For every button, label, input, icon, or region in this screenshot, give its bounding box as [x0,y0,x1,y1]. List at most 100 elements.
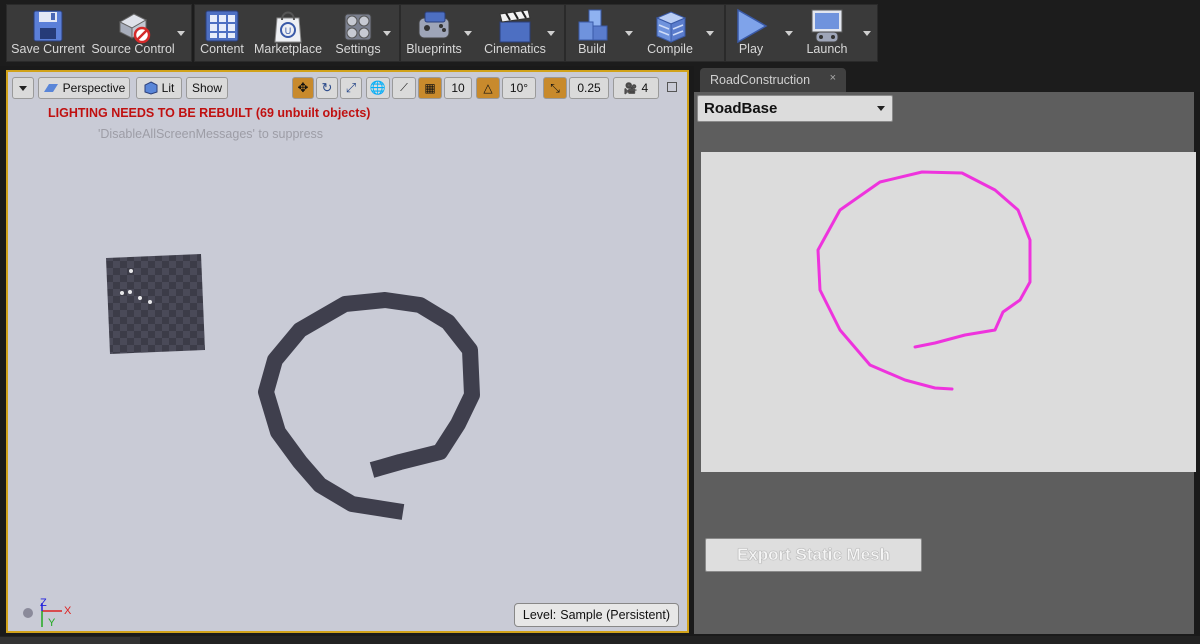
camera-speed-button[interactable]: 🎥 4 [613,77,659,99]
play-label: Play [738,42,764,56]
level-viewport[interactable]: Perspective Lit Show ✥ ↻ ⤢ 🌐 ⟋ ▦ 10 △ 10… [6,70,689,633]
scale-snap-toggle[interactable]: ⤡ [543,77,567,99]
chevron-down-icon [706,30,714,36]
cinematics-label: Cinematics [484,42,546,56]
source-control-icon [118,13,151,44]
cinematics-dropdown[interactable] [544,4,558,62]
rotation-snap-value[interactable]: 10° [502,77,536,99]
compile-label: Compile [647,42,693,56]
show-button[interactable]: Show [186,77,228,99]
settings-label: Settings [335,42,381,56]
axis-gizmo: X Z Y [22,589,82,629]
play-icon [737,8,768,44]
rotate-icon: ↻ [321,80,333,95]
camera-speed-label: 4 [641,81,649,95]
cinematics-icon [499,9,531,43]
compile-icon [655,11,687,43]
build-dropdown[interactable] [622,4,636,62]
perspective-button[interactable]: Perspective [38,77,130,99]
current-level-indicator: Level: Sample (Persistent) [513,603,679,627]
rotation-snap-toggle[interactable]: △ [476,77,500,99]
compile-button[interactable]: Compile [642,4,698,62]
content-icon [205,10,239,42]
level-name: Sample (Persistent) [560,608,670,622]
chevron-down-icon [785,30,793,36]
launch-dropdown[interactable] [860,4,874,62]
grid-icon: ▦ [424,81,436,95]
grid-snap-value[interactable]: 10 [444,77,472,99]
lit-label: Lit [161,81,175,95]
road-type-select[interactable]: RoadBase [697,95,893,122]
rotate-tool-button[interactable]: ↻ [316,77,338,99]
play-dropdown[interactable] [782,4,796,62]
settings-icon [344,13,372,41]
launch-icon [811,9,843,43]
marketplace-button[interactable]: U Marketplace [252,4,324,62]
save-current-label: Save Current [11,42,85,56]
export-static-mesh-button[interactable]: Export Static Mesh [705,538,922,572]
settings-dropdown[interactable] [380,4,394,62]
blueprints-dropdown[interactable] [461,4,475,62]
close-icon[interactable]: × [830,72,836,84]
level-prefix: Level: [522,608,557,622]
perspective-icon [43,84,58,92]
axis-x-label: X [64,605,72,617]
surface-snapping-button[interactable]: ⟋ [392,77,416,99]
road-type-value: RoadBase [704,100,778,117]
drawing-canvas[interactable] [701,152,1196,472]
marketplace-label: Marketplace [253,42,323,56]
blueprints-label: Blueprints [406,42,462,56]
cinematics-button[interactable]: Cinematics [480,4,550,62]
source-control-dropdown[interactable] [174,4,188,62]
rotation-snap-label: 10° [509,81,529,95]
svg-text:U: U [285,26,292,36]
chevron-down-icon [547,30,555,36]
content-label: Content [200,42,244,56]
tab-road-construction[interactable]: RoadConstruction × [700,68,846,92]
scale-snap-icon: ⤡ [550,80,560,95]
road-mesh[interactable] [258,292,480,520]
build-icon [578,9,608,41]
source-control-button[interactable]: Source Control [90,4,176,62]
status-segment [0,637,140,644]
help-icon [23,608,33,618]
status-bar [0,636,1200,644]
perspective-label: Perspective [62,81,126,95]
source-control-label: Source Control [91,42,175,56]
grid-snap-label: 10 [451,81,465,95]
grid-snap-toggle[interactable]: ▦ [418,77,442,99]
scale-tool-button[interactable]: ⤢ [340,77,362,99]
viewport-scene [106,254,480,520]
translate-tool-button[interactable]: ✥ [292,77,314,99]
chevron-down-icon [877,106,885,111]
surface-snap-icon: ⟋ [400,81,408,94]
launch-button[interactable]: Launch [800,4,854,62]
launch-label: Launch [806,42,848,56]
scale-snap-value[interactable]: 0.25 [569,77,609,99]
main-toolbar: Save Current Source Control Content U Ma… [0,0,1200,66]
world-local-toggle[interactable]: 🌐 [366,77,390,99]
lit-button[interactable]: Lit [136,77,182,99]
maximize-viewport-icon[interactable] [667,82,677,92]
blueprints-button[interactable]: Blueprints [404,4,464,62]
chevron-down-icon [383,30,391,36]
content-button[interactable]: Content [198,4,246,62]
floor-plane[interactable] [106,254,205,354]
marketplace-icon: U [274,11,302,43]
play-button[interactable]: Play [728,4,774,62]
save-current-button[interactable]: Save Current [10,4,86,62]
viewport-options-button[interactable] [12,77,34,99]
move-icon: ✥ [297,80,309,95]
save-icon [33,10,63,42]
compile-dropdown[interactable] [703,4,717,62]
angle-icon: △ [483,81,493,95]
export-label: Export Static Mesh [736,545,891,564]
blueprints-icon [418,11,450,39]
chevron-down-icon [177,30,185,36]
build-label: Build [578,42,606,56]
settings-button[interactable]: Settings [333,4,383,62]
chevron-down-icon [464,30,472,36]
axis-y-label: Y [48,617,56,629]
tab-label: RoadConstruction [710,73,811,87]
build-button[interactable]: Build [570,4,614,62]
